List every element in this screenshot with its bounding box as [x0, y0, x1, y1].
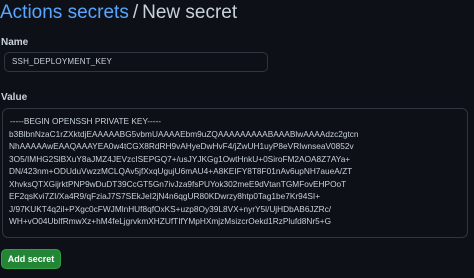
breadcrumb: Actions secrets / New secret — [0, 0, 237, 26]
value-line: -----BEGIN OPENSSH PRIVATE KEY----- — [10, 116, 162, 126]
breadcrumb-separator: / — [132, 2, 139, 23]
name-label: Name — [1, 37, 29, 48]
value-line: DN/423nm+ODUduVwzzMCLQAv5jfXxqUgujU6mAU4… — [9, 166, 353, 176]
page-title: New secret — [142, 2, 238, 23]
value-line: WH+vO04UbIfRmwXz+hM4feLjgrvkmXHZUfTIfYMp… — [9, 216, 332, 226]
add-secret-button[interactable]: Add secret — [1, 249, 61, 269]
value-line: J/97KUKT4q2il+PXgc0cFWJMlnHUf8qfOxKS+uzp… — [9, 203, 332, 214]
breadcrumb-link-actions-secrets[interactable]: Actions secrets — [0, 2, 129, 23]
value-textarea[interactable]: -----BEGIN OPENSSH PRIVATE KEY----- b3Bl… — [2, 108, 468, 238]
value-line: XhvksQTXGijrktPNP9wDuDT39CcGT5Gn7ivJza9f… — [9, 178, 347, 189]
value-label: Value — [1, 92, 28, 103]
value-line: 3O5/IMHG2SlBXuY8aJMZ4JEVzcISEPGQ7+/usJYJ… — [9, 153, 351, 164]
value-line: EF2qsKvi7ZI/Xa4R9/qFziaJ7S7SEkJeI2jN4n6q… — [9, 191, 321, 201]
value-text-lines: -----BEGIN OPENSSH PRIVATE KEY----- b3Bl… — [9, 115, 461, 228]
value-line: b3BlbnNzaC1rZXktdjEAAAAABG5vbmUAAAAEbm9u… — [9, 128, 359, 139]
name-input[interactable]: SSH_DEPLOYMENT_KEY — [4, 52, 268, 72]
value-line: NhAAAAAwEAAQAAAYEA0w4tCGX8RdRH9vAHyeDwHv… — [9, 141, 354, 151]
